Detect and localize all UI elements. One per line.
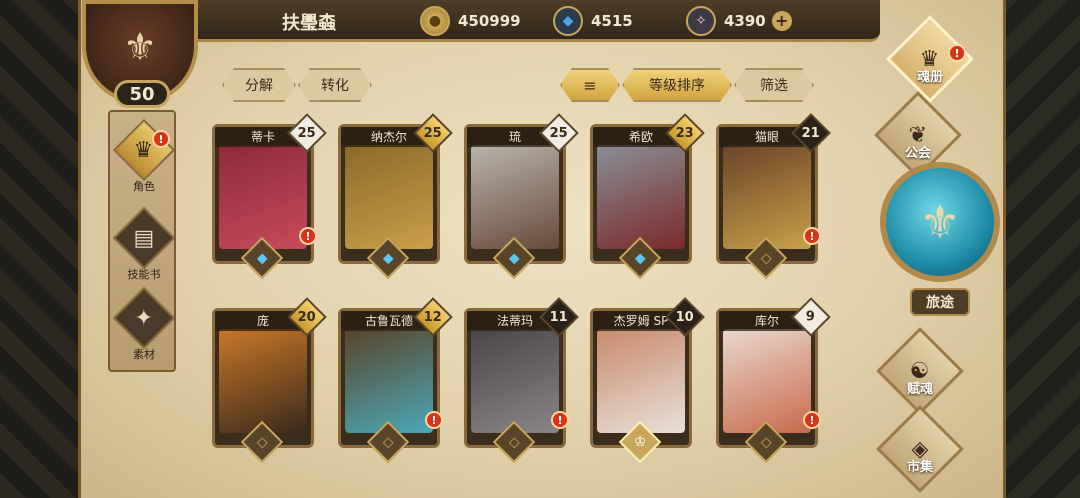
sort-order-button[interactable]: ≡ — [560, 68, 620, 102]
gem-icon: ✧ — [686, 6, 716, 36]
character-level-value: 9 — [806, 309, 816, 325]
filter-button[interactable]: 筛选 — [734, 68, 814, 102]
beast-icon: ✦ — [112, 286, 176, 350]
soul-book-alert-badge: ! — [948, 44, 966, 62]
card-alert-badge: ! — [551, 411, 569, 429]
player-name: 扶璺螙 — [282, 13, 336, 34]
market-nav[interactable]: ◈ 市集 — [870, 405, 970, 498]
character-portrait — [345, 329, 433, 433]
soul-gift-label: 赋魂 — [906, 382, 933, 397]
coin-icon: ● — [420, 6, 450, 36]
character-level-value: 21 — [801, 125, 821, 141]
character-level-value: 25 — [423, 125, 443, 141]
soul-book-nav[interactable]: ♛ 魂册 — [880, 15, 980, 108]
card-alert-badge: ! — [803, 411, 821, 429]
character-card[interactable]: 希欧 23 ◆ — [590, 113, 705, 280]
sort-icon: ≡ — [583, 75, 597, 95]
sidebar-item-skill-books[interactable]: ▤ 技能书 — [110, 206, 178, 282]
character-portrait — [219, 145, 307, 249]
gem-value: 4390 — [724, 12, 766, 30]
character-card[interactable]: 库尔 9 ◇! — [716, 297, 831, 464]
character-level-value: 20 — [297, 309, 317, 325]
helmet-icon: ♛ — [112, 118, 176, 182]
right-border-decoration — [1000, 0, 1080, 498]
soul-book-label: 魂册 — [916, 70, 943, 85]
character-level-value: 11 — [549, 309, 569, 325]
character-card[interactable]: 琉 25 ◆ — [464, 113, 579, 280]
character-card[interactable]: 杰罗姆 SP 10 ♔ — [590, 297, 705, 464]
gem-counter: ✧ 4390 + — [686, 6, 792, 36]
add-gems-button[interactable]: + — [771, 11, 792, 31]
character-card[interactable]: 法蒂玛 11 ◇! — [464, 297, 579, 464]
card-alert-badge: ! — [803, 227, 821, 245]
character-portrait — [471, 329, 559, 433]
crystal-value: 4515 — [591, 12, 633, 30]
book-icon: ▤ — [112, 206, 176, 270]
player-level-badge: 50 — [114, 80, 170, 108]
character-card[interactable]: 蒂卡 25 ◆! — [212, 113, 327, 280]
coin-counter: ● 450999 — [420, 6, 521, 36]
card-alert-badge: ! — [299, 227, 317, 245]
coin-value: 450999 — [458, 12, 521, 30]
left-sidebar: ♛ 角色 ▤ 技能书 ✦ 素材 — [108, 110, 176, 372]
character-portrait — [723, 145, 811, 249]
character-portrait — [723, 329, 811, 433]
crest-icon: ⚜ — [122, 25, 158, 69]
character-portrait — [219, 329, 307, 433]
crystal-counter: ◆ 4515 — [553, 6, 633, 36]
character-card[interactable]: 纳杰尔 25 ◆ — [338, 113, 453, 280]
decompose-button[interactable]: 分解 — [222, 68, 296, 102]
character-level-value: 23 — [675, 125, 695, 141]
journey-emblem-icon: ⚜ — [880, 162, 1000, 282]
characters-alert-badge: ! — [152, 130, 170, 148]
character-portrait — [345, 145, 433, 249]
character-portrait — [597, 145, 685, 249]
character-level-value: 12 — [423, 309, 443, 325]
left-border-decoration — [0, 0, 80, 498]
character-portrait — [471, 145, 559, 249]
journey-label: 旅途 — [910, 288, 970, 316]
journey-button[interactable]: ⚜ 旅途 — [880, 162, 1000, 322]
character-level-value: 10 — [675, 309, 695, 325]
character-level-value: 25 — [297, 125, 317, 141]
convert-button[interactable]: 转化 — [298, 68, 372, 102]
guild-label: 公会 — [904, 146, 931, 161]
sort-by-level-button[interactable]: 等级排序 — [622, 68, 732, 102]
market-label: 市集 — [906, 460, 933, 475]
swirl-icon: ☯ — [876, 327, 964, 415]
character-card[interactable]: 古鲁瓦德 12 ◇! — [338, 297, 453, 464]
character-portrait — [597, 329, 685, 433]
character-card[interactable]: 猫眼 21 ◇! — [716, 113, 831, 280]
crystal-icon: ◆ — [553, 6, 583, 36]
card-alert-badge: ! — [425, 411, 443, 429]
market-icon: ◈ — [876, 405, 964, 493]
sidebar-item-materials[interactable]: ✦ 素材 — [110, 286, 178, 362]
character-card[interactable]: 庞 20 ◇ — [212, 297, 327, 464]
character-level-value: 25 — [549, 125, 569, 141]
